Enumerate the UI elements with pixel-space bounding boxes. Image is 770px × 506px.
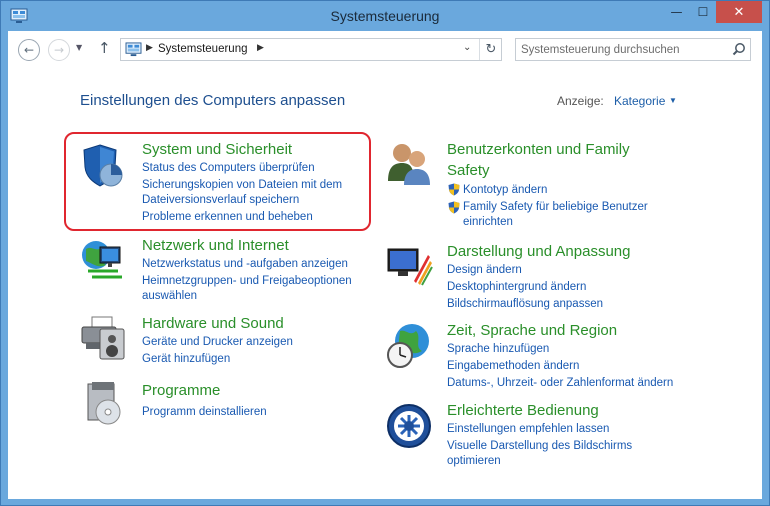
address-dropdown-icon[interactable]: ⌄	[463, 42, 471, 53]
view-by-label: Anzeige:	[557, 94, 604, 108]
uac-shield-icon	[448, 201, 460, 214]
search-box	[515, 38, 751, 61]
link-optimize-visual-display[interactable]: Visuelle Darstellung des Bildschirms opt…	[447, 439, 657, 469]
category-title-appearance[interactable]: Darstellung und Anpassung	[447, 241, 630, 262]
system-security-icon[interactable]	[78, 141, 128, 191]
link-change-account-type[interactable]: Kontotyp ändern	[463, 183, 547, 198]
link-devices-printers[interactable]: Geräte und Drucker anzeigen	[142, 335, 293, 350]
window-title: Systemsteuerung	[330, 8, 440, 24]
breadcrumb-chevron-icon[interactable]: ▶	[146, 43, 153, 53]
link-check-computer-status[interactable]: Status des Computers überprüfen	[142, 161, 315, 176]
link-network-status[interactable]: Netzwerkstatus und -aufgaben anzeigen	[142, 257, 348, 272]
uac-shield-icon	[448, 183, 460, 196]
link-add-language[interactable]: Sprache hinzufügen	[447, 342, 549, 357]
search-icon[interactable]	[732, 42, 746, 56]
link-uninstall-program[interactable]: Programm deinstallieren	[142, 405, 267, 420]
category-title-ease-of-access[interactable]: Erleichterte Bedienung	[447, 400, 599, 421]
breadcrumb-chevron-icon[interactable]: ▶	[257, 43, 264, 53]
user-accounts-icon[interactable]	[384, 139, 434, 189]
chevron-down-icon: ▼	[76, 43, 83, 52]
category-title-programs[interactable]: Programme	[142, 380, 220, 401]
link-add-device[interactable]: Gerät hinzufügen	[142, 352, 230, 367]
category-title-clock-language-region[interactable]: Zeit, Sprache und Region	[447, 320, 617, 341]
address-bar: ← → ▼ ↑ ▶ Systemsteuerung ▶ ⌄ ↻	[8, 31, 762, 69]
clock-language-region-icon[interactable]	[384, 321, 434, 371]
arrow-up-icon: ↑	[98, 39, 111, 57]
category-title-system-security[interactable]: System und Sicherheit	[142, 139, 292, 160]
programs-icon[interactable]	[78, 378, 128, 428]
back-button[interactable]: ←	[18, 39, 40, 61]
recent-locations-button[interactable]: ▼	[76, 43, 82, 52]
link-file-history-backup[interactable]: Sicherungskopien von Dateien mit dem Dat…	[142, 178, 362, 208]
control-panel-window: Systemsteuerung — ☐ ✕ ← → ▼ ↑ ▶ Systemst	[0, 0, 770, 506]
network-internet-icon[interactable]	[78, 235, 128, 285]
title-bar[interactable]: Systemsteuerung — ☐ ✕	[1, 1, 769, 31]
link-recommend-settings[interactable]: Einstellungen empfehlen lassen	[447, 422, 609, 437]
link-family-safety[interactable]: Family Safety für beliebige Benutzer ein…	[463, 200, 663, 230]
category-title-user-accounts[interactable]: Benutzerkonten und Family Safety	[447, 139, 662, 181]
up-button[interactable]: ↑	[98, 39, 111, 57]
link-homegroup-sharing[interactable]: Heimnetzgruppen- und Freigabeoptionen au…	[142, 274, 372, 304]
link-change-background[interactable]: Desktophintergrund ändern	[447, 280, 586, 295]
category-title-hardware-sound[interactable]: Hardware und Sound	[142, 313, 284, 334]
link-troubleshoot-problems[interactable]: Probleme erkennen und beheben	[142, 210, 313, 225]
maximize-button[interactable]: ☐	[690, 1, 716, 23]
hardware-sound-icon[interactable]	[78, 313, 128, 363]
page-title: Einstellungen des Computers anpassen	[80, 92, 346, 109]
link-change-input-methods[interactable]: Eingabemethoden ändern	[447, 359, 579, 374]
link-change-date-time-format[interactable]: Datums-, Uhrzeit- oder Zahlenformat ände…	[447, 376, 673, 391]
control-panel-icon	[125, 42, 142, 57]
arrow-left-icon: ←	[23, 43, 35, 57]
refresh-button[interactable]: ↻	[479, 39, 502, 60]
path-breadcrumb[interactable]: ▶ Systemsteuerung ▶ ⌄ ↻	[120, 38, 502, 61]
search-input[interactable]	[521, 41, 726, 58]
close-button[interactable]: ✕	[716, 1, 762, 23]
appearance-personalization-icon[interactable]	[384, 241, 434, 291]
minimize-button[interactable]: —	[663, 1, 690, 23]
main-content: Einstellungen des Computers anpassen Anz…	[8, 69, 762, 499]
view-by-dropdown[interactable]: Kategorie	[614, 94, 665, 108]
breadcrumb-item-control-panel[interactable]: Systemsteuerung	[158, 43, 248, 55]
arrow-right-icon: →	[53, 43, 65, 57]
category-title-network-internet[interactable]: Netzwerk und Internet	[142, 235, 289, 256]
ease-of-access-icon[interactable]	[384, 401, 434, 451]
link-adjust-resolution[interactable]: Bildschirmauflösung anpassen	[447, 297, 603, 312]
chevron-down-icon[interactable]: ▼	[669, 96, 677, 105]
forward-button[interactable]: →	[48, 39, 70, 61]
link-change-theme[interactable]: Design ändern	[447, 263, 522, 278]
